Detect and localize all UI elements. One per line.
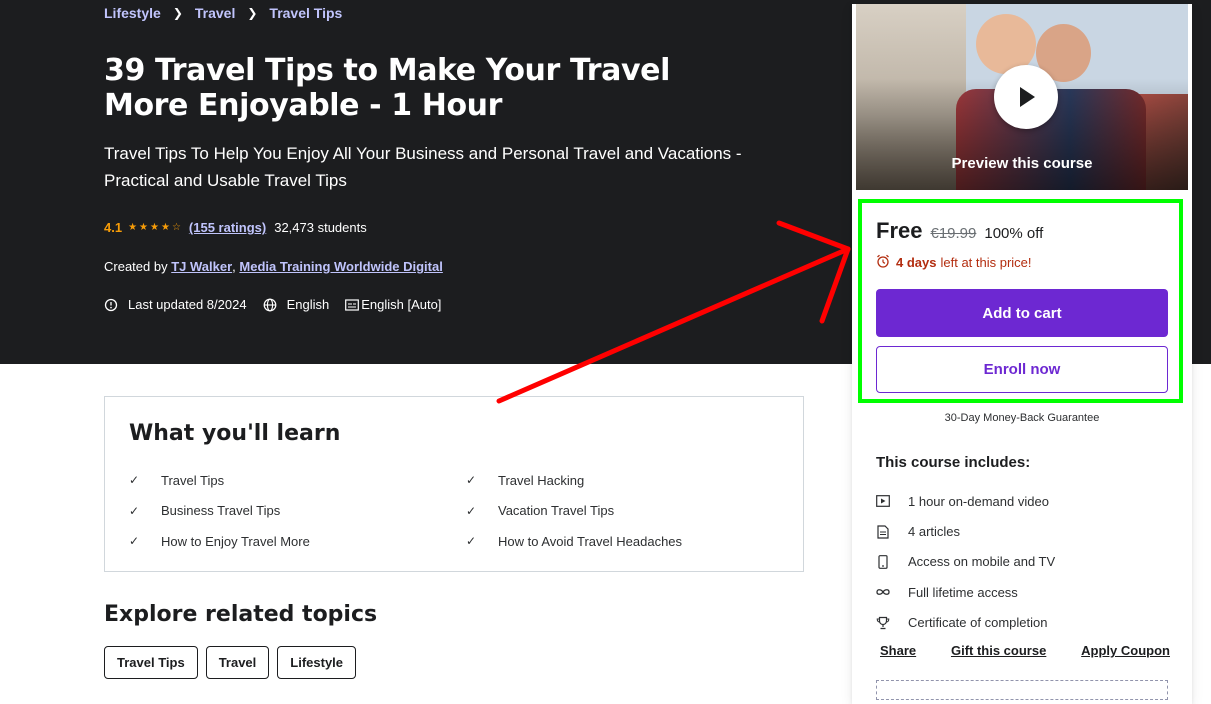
course-subtitle: Travel Tips To Help You Enjoy All Your B… [104,144,742,190]
alert-badge-icon [104,298,118,312]
gift-course-button[interactable]: Gift this course [951,643,1046,658]
instructor-link-tj-walker[interactable]: TJ Walker [171,259,232,274]
created-by: Created by TJ Walker, Media Training Wor… [104,259,443,274]
course-title: 39 Travel Tips to Make Your Travel More … [104,53,670,123]
check-icon: ✓ [129,534,140,549]
list-item: Certificate of completion [876,608,1055,638]
explore-topics-title: Explore related topics [104,602,378,627]
closed-captions-icon [345,298,360,312]
last-updated: Last updated 8/2024 [104,297,247,312]
list-item: Access on mobile and TV [876,547,1055,577]
breadcrumb-travel-tips[interactable]: Travel Tips [269,5,342,21]
share-button[interactable]: Share [880,643,916,658]
list-item: ✓ Travel Hacking [466,465,682,496]
topic-lifestyle[interactable]: Lifestyle [277,646,357,679]
learn-item: Business Travel Tips [161,503,281,519]
globe-icon [263,298,277,312]
instructor-link-media-training[interactable]: Media Training Worldwide Digital [239,259,442,274]
what-you-learn-section: What you'll learn ✓ Travel Tips ✓ Business… [104,396,804,572]
sidebar-actions: Share Gift this course Apply Coupon [880,643,1170,658]
last-updated-text: Last updated 8/2024 [128,297,247,312]
include-label: Certificate of completion [908,615,1048,631]
list-item: ✓ Business Travel Tips [129,496,310,527]
ratings-count-link[interactable]: (155 ratings) [189,220,266,235]
learn-item: Travel Hacking [498,472,585,488]
include-label: 4 articles [908,524,961,540]
highlight-box-annotation [858,199,1183,403]
captions: English [Auto] [345,297,441,312]
captions-text: English [Auto] [361,297,442,312]
breadcrumb-lifestyle[interactable]: Lifestyle [104,5,161,21]
created-by-label: Created by [104,259,168,274]
list-item: ✓ How to Enjoy Travel More [129,526,310,557]
coupon-box [876,680,1168,700]
includes-list: 1 hour on-demand video 4 articles Access… [876,486,1055,638]
learn-item: How to Avoid Travel Headaches [498,533,683,549]
breadcrumb: Lifestyle ❯ Travel ❯ Travel Tips [104,5,342,21]
rating-value: 4.1 [104,220,123,235]
list-item: 1 hour on-demand video [876,486,1055,516]
list-item: ✓ How to Avoid Travel Headaches [466,526,682,557]
language: English [263,297,330,312]
students-count: 32,473 students [274,220,367,235]
includes-title: This course includes: [876,454,1031,471]
topic-travel[interactable]: Travel [205,646,270,679]
topic-travel-tips[interactable]: Travel Tips [104,646,198,679]
money-back-guarantee: 30-Day Money-Back Guarantee [944,412,1100,424]
play-icon[interactable] [994,65,1058,129]
include-label: Access on mobile and TV [908,554,1056,570]
video-icon [876,494,890,508]
star-rating-icon: ★★★★☆ [128,222,183,233]
infinity-icon [876,585,890,599]
breadcrumb-travel[interactable]: Travel [195,5,235,21]
check-icon: ✓ [466,534,477,549]
check-icon: ✓ [129,503,140,518]
learn-list-left: ✓ Travel Tips ✓ Business Travel Tips ✓ How … [129,465,310,557]
list-item: ✓ Vacation Travel Tips [466,496,682,527]
learn-item: Vacation Travel Tips [498,503,615,519]
list-item: ✓ Travel Tips [129,465,310,496]
chevron-right-icon: ❯ [247,6,258,20]
article-icon [876,524,890,539]
check-icon: ✓ [129,473,140,488]
check-icon: ✓ [466,473,477,488]
include-label: 1 hour on-demand video [908,493,1049,509]
what-you-learn-title: What you'll learn [129,421,341,446]
check-icon: ✓ [466,503,477,518]
preview-label[interactable]: Preview this course [852,155,1192,172]
apply-coupon-button[interactable]: Apply Coupon [1081,643,1170,658]
learn-list-right: ✓ Travel Hacking ✓ Vacation Travel Tips ✓ H… [466,465,682,557]
chevron-right-icon: ❯ [172,6,183,20]
related-topics: Travel Tips Travel Lifestyle [104,646,357,679]
trophy-icon [876,616,890,630]
mobile-icon [876,555,890,569]
include-label: Full lifetime access [908,584,1018,600]
language-text: English [286,297,330,312]
learn-item: Travel Tips [161,472,225,488]
rating-row: 4.1 ★★★★☆ (155 ratings) 32,473 students [104,220,367,235]
course-meta: Last updated 8/2024 English English [Aut… [104,297,457,312]
learn-item: How to Enjoy Travel More [161,533,310,549]
list-item: 4 articles [876,516,1055,546]
list-item: Full lifetime access [876,577,1055,607]
